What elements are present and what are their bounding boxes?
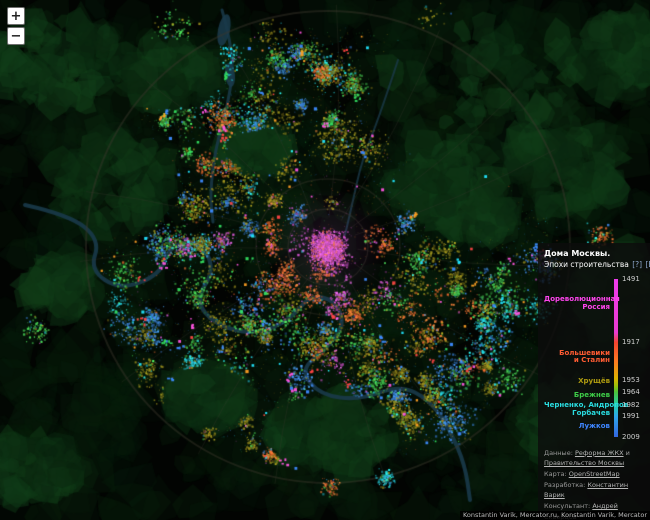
credit-link[interactable]: Реформа ЖКХ (575, 449, 624, 457)
legend-era-label-5: Лужков (544, 423, 610, 431)
legend-year-1917: 1917 (622, 338, 640, 346)
legend-scale: ДореволюционнаяРоссия Большевикии Сталин Х… (544, 279, 644, 437)
credit-text: Разработка: (544, 481, 587, 489)
credit-line: Данные: Реформа ЖКХ и (544, 448, 644, 459)
credit-line: Разработка: Константин Варик (544, 480, 644, 501)
credit-text: Консультант: (544, 502, 592, 510)
zoom-controls: + − (7, 7, 25, 45)
legend-title: Дома Москвы. (544, 249, 644, 260)
legend-panel: Дома Москвы. Эпохи строительства [?] [E]… (538, 243, 650, 520)
credit-text: Данные: (544, 449, 575, 457)
legend-credits: Данные: Реформа ЖКХ иПравительство Москв… (544, 448, 644, 520)
legend-subtitle: Эпохи строительства [?] [E] (544, 260, 644, 270)
legend-subtitle-text: Эпохи строительства (544, 260, 629, 269)
legend-year-1982: 1982 (622, 401, 640, 409)
legend-era-label-3: Брежнев (544, 392, 610, 400)
credit-text: и (624, 449, 630, 457)
credit-line: Правительство Москвы (544, 458, 644, 469)
zoom-out-button[interactable]: − (7, 27, 25, 45)
zoom-in-button[interactable]: + (7, 7, 25, 25)
credit-link[interactable]: Правительство Москвы (544, 459, 624, 467)
legend-help-link[interactable]: [?] (632, 260, 642, 269)
legend-year-1953: 1953 (622, 376, 640, 384)
credit-link[interactable]: OpenStreetMap (569, 470, 620, 478)
credit-line: Карта: OpenStreetMap (544, 469, 644, 480)
legend-era-label-0: ДореволюционнаяРоссия (544, 296, 610, 312)
credit-text: Карта: (544, 470, 569, 478)
map-app: + − Дома Москвы. Эпохи строительства [?]… (0, 0, 650, 520)
legend-era-label-4: Черненко, АндроповГорбачев (544, 403, 610, 419)
legend-year-2009: 2009 (622, 433, 640, 441)
map-attribution: Konstantin Varik, Mercator.ru, Konstanti… (460, 511, 650, 520)
legend-lang-link[interactable]: [E] (645, 260, 650, 269)
legend-era-label-2: Хрущёв (544, 378, 610, 386)
legend-year-1964: 1964 (622, 388, 640, 396)
legend-era-label-1: Большевикии Сталин (544, 350, 610, 366)
legend-year-1491: 1491 (622, 275, 640, 283)
legend-year-1991: 1991 (622, 412, 640, 420)
